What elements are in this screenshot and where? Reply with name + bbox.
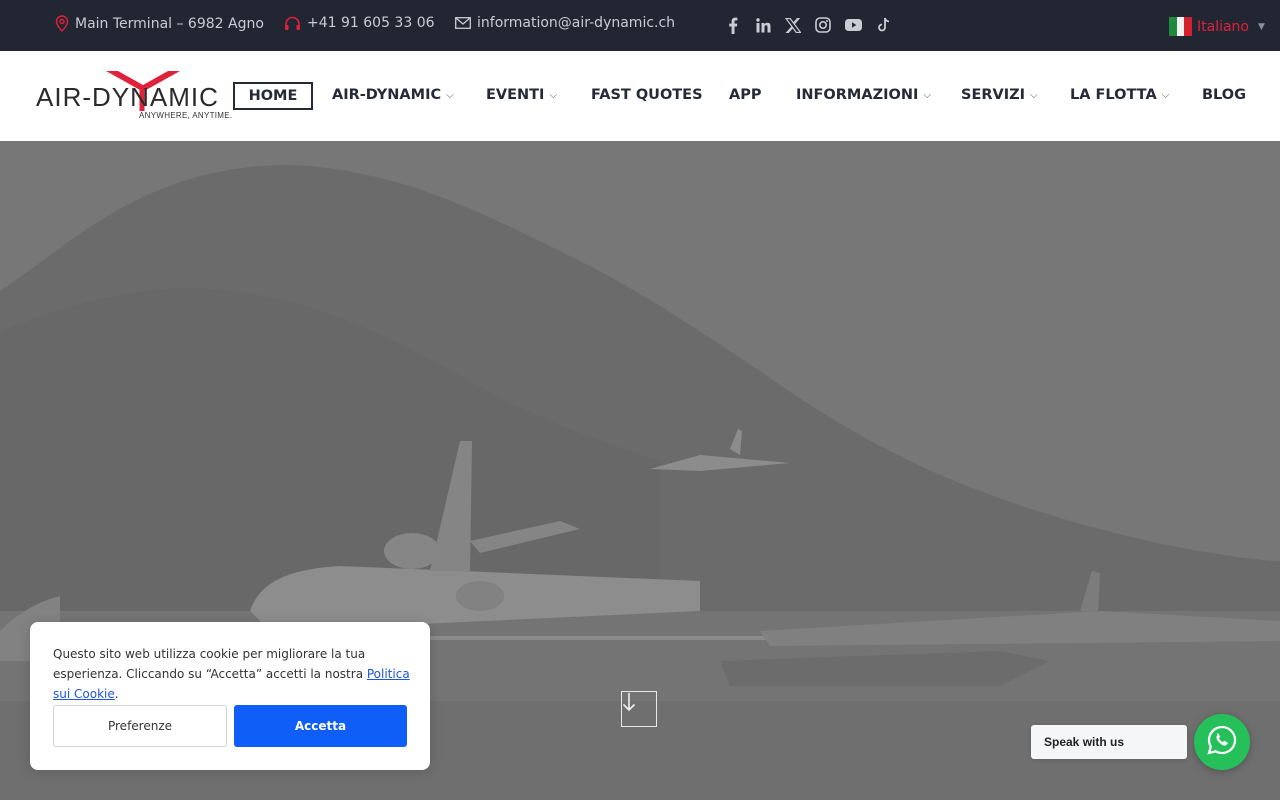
email-link[interactable]: information@air-dynamic.ch [455,15,675,31]
chevron-down-icon: ⌵ [923,89,931,101]
chevron-down-icon: ⌵ [446,89,454,101]
logo-wordmark: AIR-DYNAMIC [36,82,219,112]
main-header: AIR-DYNAMIC ANYWHERE, ANYTIME. HOME AIR-… [0,51,1280,141]
nav-air-dynamic[interactable]: AIR-DYNAMIC ⌵ [332,87,454,103]
whatsapp-button[interactable] [1194,714,1250,770]
nav-servizi[interactable]: SERVIZI ⌵ [961,87,1038,103]
cookie-banner: Questo sito web utilizza cookie per migl… [30,622,430,770]
cookie-message: Questo sito web utilizza cookie per migl… [53,644,413,704]
youtube-icon[interactable] [844,15,862,35]
preferences-button[interactable]: Preferenze [53,705,227,747]
whatsapp-label[interactable]: Speak with us [1031,725,1187,759]
nav-app[interactable]: APP [729,87,761,103]
logo-tagline: ANYWHERE, ANYTIME. [139,111,233,120]
nav-air-dynamic-label: AIR-DYNAMIC [332,87,442,103]
chevron-down-icon: ⌵ [549,89,558,101]
nav-fast-quotes[interactable]: FAST QUOTES [591,87,703,103]
email-text: information@air-dynamic.ch [477,15,676,31]
nav-blog-label: BLOG [1202,87,1247,103]
nav-blog[interactable]: BLOG [1202,87,1246,103]
nav-app-label: APP [729,87,762,103]
nav-home[interactable]: HOME [233,82,313,110]
nav-fast-quotes-label: FAST QUOTES [591,87,703,103]
chevron-down-icon: ⌵ [1161,89,1170,101]
instagram-icon[interactable] [814,15,832,35]
chevron-down-icon: ⌵ [1030,89,1038,101]
x-icon[interactable] [784,15,802,35]
location-pin-icon [55,15,69,32]
nav-eventi-label: EVENTI [486,87,545,103]
tiktok-icon[interactable] [874,15,892,35]
cookie-message-end: . [114,687,119,701]
facebook-icon[interactable] [724,15,742,35]
language-label: Italiano [1197,18,1249,35]
italy-flag-icon [1169,17,1193,36]
accept-button[interactable]: Accetta [234,705,407,747]
address-info: Main Terminal – 6982 Agno [55,15,264,32]
language-selector[interactable]: Italiano ▼ [1169,17,1265,36]
whatsapp-icon [1206,724,1238,760]
scroll-down-button[interactable] [621,691,657,727]
address-text: Main Terminal – 6982 Agno [75,15,264,32]
social-links [724,15,892,35]
cookie-message-text: Questo sito web utilizza cookie per migl… [53,647,367,681]
site-logo[interactable]: AIR-DYNAMIC ANYWHERE, ANYTIME. [36,68,256,126]
nav-informazioni[interactable]: INFORMAZIONI ⌵ [796,87,931,103]
nav-informazioni-label: INFORMAZIONI [796,87,919,103]
phone-text: +41 91 605 33 06 [307,15,435,31]
caret-down-icon: ▼ [1258,21,1265,32]
envelope-icon [455,17,471,29]
headset-icon [284,16,301,31]
nav-servizi-label: SERVIZI [961,87,1026,103]
nav-la-flotta[interactable]: LA FLOTTA ⌵ [1070,87,1169,103]
linkedin-icon[interactable] [754,15,772,35]
nav-la-flotta-label: LA FLOTTA [1070,87,1157,103]
nav-home-label: HOME [248,88,298,104]
phone-link[interactable]: +41 91 605 33 06 [284,15,435,31]
nav-eventi[interactable]: EVENTI ⌵ [486,87,557,103]
top-bar: Main Terminal – 6982 Agno +41 91 605 33 … [0,0,1280,51]
